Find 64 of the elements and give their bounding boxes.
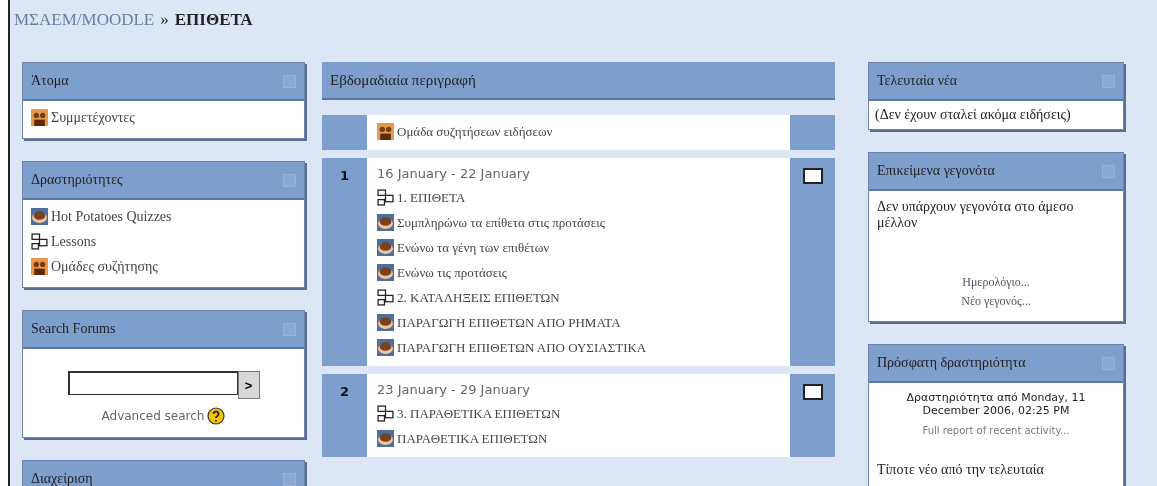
people-icon [31,258,48,275]
collapse-icon[interactable] [283,472,296,486]
report-link[interactable]: Full report of recent activity... [922,425,1070,436]
activity-link[interactable]: Ομάδα συζητήσεων ειδήσεων [377,123,780,140]
activity-link[interactable]: Ενώνω τα γένη των επιθέτων [377,239,780,256]
activity-link[interactable]: Συμπληρώνω τα επίθετα στις προτάσεις [377,214,780,231]
block-title: Πρόσφατη δραστηριότητα [877,355,1026,371]
activity-link[interactable]: ΠΑΡΑΘΕΤΙΚΑ ΕΠΙΘΕΤΩΝ [377,430,780,447]
activity-link[interactable]: 3. ΠΑΡΑΘΕΤΙΚΑ ΕΠΙΘΕΤΩΝ [377,405,780,422]
lesson-icon [377,189,394,206]
quiz-icon [377,314,394,331]
collapse-icon[interactable] [1102,164,1115,178]
week-dates: 23 January - 29 January [377,382,531,397]
collapse-icon[interactable] [283,173,296,187]
event-link[interactable]: Νέο γεγονός... [961,294,1031,309]
quiz-icon [31,208,48,225]
event-link[interactable]: Ημερολόγιο... [962,275,1030,290]
lesson-icon [377,405,394,422]
activity-link[interactable]: 1. ΕΠΙΘΕΤΑ [377,189,780,206]
block-text: Τίποτε νέο από την τελευταία [877,462,1044,478]
people-icon [377,123,394,140]
quiz-icon [377,339,394,356]
section-side [790,115,835,150]
collapse-icon[interactable] [1102,356,1115,370]
block-title: Άτομα [31,73,69,89]
week-dates: 16 January - 22 January [377,166,531,181]
activity-link[interactable]: ΠΑΡΑΓΩΓΗ ΕΠΙΘΕΤΩΝ ΑΠΟ ΡΗΜΑΤΑ [377,314,780,331]
help-icon[interactable] [207,407,226,425]
quiz-icon [377,214,394,231]
section-title: Εβδομαδιαία περιγραφή [330,71,476,89]
activity-link[interactable]: Συμμετέχοντες [31,109,296,126]
collapse-icon[interactable] [283,74,296,88]
block-text: Δεν υπάρχουν γεγονότα στο άμεσο μέλλον [877,199,1075,231]
lesson-icon [377,289,394,306]
activity-link[interactable]: Ενώνω τις προτάσεις [377,264,780,281]
section-side [322,115,367,150]
activity-link[interactable]: Ομάδες συζήτησης [31,258,296,275]
breadcrumb-separator: » [160,10,169,31]
page-title: ΕΠΙΘΕΤΑ [174,10,253,31]
block-title: Τελευταία νέα [877,73,958,89]
activity-link[interactable]: 2. ΚΑΤΑΛΗΞΕΙΣ ΕΠΙΘΕΤΩΝ [377,289,780,306]
activity-link[interactable]: Hot Potatoes Quizzes [31,208,296,225]
block-text: (Δεν έχουν σταλεί ακόμα ειδήσεις) [875,107,1072,123]
block-title: Επικείμενα γεγονότα [877,163,995,179]
quiz-icon [377,239,394,256]
advanced-search-link[interactable]: Advanced search [101,409,205,423]
week-number: 1 [339,168,349,185]
highlight-icon[interactable] [802,384,823,400]
lesson-icon [31,233,48,250]
search-field[interactable] [67,371,238,395]
block-title: Search Forums [31,321,116,337]
collapse-icon[interactable] [283,322,296,336]
quiz-icon [377,264,394,281]
week-number: 2 [339,384,349,401]
block-title: Δραστηριότητες [31,172,123,188]
highlight-icon[interactable] [802,168,823,184]
block-title: Διαχείριση [31,471,93,486]
activity-link[interactable]: ΠΑΡΑΓΩΓΗ ΕΠΙΘΕΤΩΝ ΑΠΟ ΟΥΣΙΑΣΤΙΚΑ [377,339,780,356]
activity-since: Δραστηριότητα από Monday, 11 December 2006, 02:25 PM [905,391,1087,417]
collapse-icon[interactable] [1102,74,1115,88]
activity-link[interactable]: Lessons [31,233,296,250]
search-button[interactable]: > [237,371,260,399]
people-icon [31,109,48,126]
quiz-icon [377,430,394,447]
